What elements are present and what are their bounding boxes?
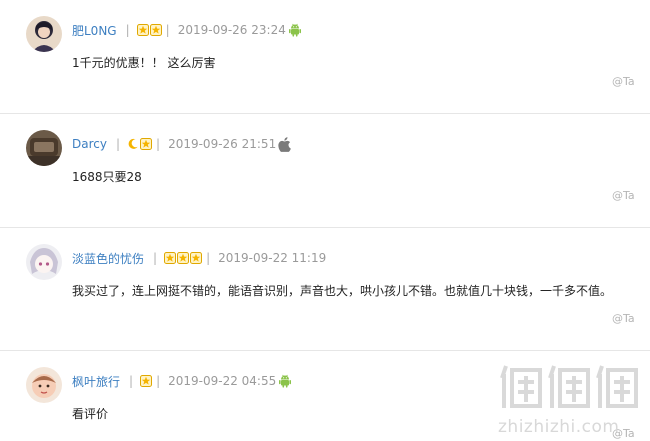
separator: | [129,374,134,388]
separator: | [153,251,158,265]
comment-item: 肥L0NG | | 2019-09-26 23:24 1千元的优惠！！ 这么厉害… [0,0,650,113]
star-icon [137,24,149,36]
separator: | [206,251,211,265]
apple-icon [278,137,291,152]
username-link[interactable]: 淡蓝色的忧伤 [72,250,144,267]
separator: | [125,23,130,37]
avatar[interactable] [26,16,62,52]
comment-timestamp: 2019-09-26 21:51 [168,137,277,151]
android-icon [288,23,302,37]
star-icon [140,375,152,387]
comment-meta: 肥L0NG | | 2019-09-26 23:24 [72,21,302,39]
comment-text: 1千元的优惠！！ 这么厉害 [72,56,216,70]
separator: | [115,137,121,151]
separator: | [156,137,161,151]
comment-meta: 淡蓝色的忧伤 | | 2019-09-22 11:19 [72,249,326,267]
comment-timestamp: 2019-09-26 23:24 [177,23,286,37]
comment-text: 1688只要28 [72,170,142,184]
separator: | [156,374,161,388]
star-icon [164,252,176,264]
username-link[interactable]: Darcy [72,137,107,151]
reply-link[interactable]: @Ta [612,75,635,88]
comment-timestamp: 2019-09-22 04:55 [168,374,277,388]
avatar[interactable] [26,244,62,280]
android-icon [278,374,292,388]
comment-item: Darcy | | 2019-09-26 21:51 1688只要28 @Ta [0,114,650,227]
watermark-url: zhizhizhi.com [498,417,620,437]
moon-icon [127,138,139,150]
avatar[interactable] [26,367,62,403]
comment-item: 淡蓝色的忧伤 | | 2019-09-22 11:19 我买过了，连上网挺不错的… [0,228,650,350]
comment-meta: 枫叶旅行 | | 2019-09-22 04:55 [72,372,292,390]
watermark-logo [500,362,642,414]
comment-text: 看评价 [72,407,109,421]
star-icon [140,138,152,150]
avatar[interactable] [26,130,62,166]
reply-link[interactable]: @Ta [612,189,635,202]
comment-text: 我买过了，连上网挺不错的，能语音识别，声音也大，哄小孩儿不错。也就值几十块钱，一… [72,284,613,298]
separator: | [165,23,170,37]
user-rank [127,138,152,150]
user-rank [137,24,162,36]
user-rank [164,252,202,264]
star-icon [177,252,189,264]
star-icon [190,252,202,264]
reply-link[interactable]: @Ta [612,312,635,325]
user-rank [140,375,152,387]
star-icon [150,24,162,36]
username-link[interactable]: 肥L0NG [72,22,117,39]
comment-meta: Darcy | | 2019-09-26 21:51 [72,135,291,153]
username-link[interactable]: 枫叶旅行 [72,373,120,390]
comment-timestamp: 2019-09-22 11:19 [218,251,327,265]
